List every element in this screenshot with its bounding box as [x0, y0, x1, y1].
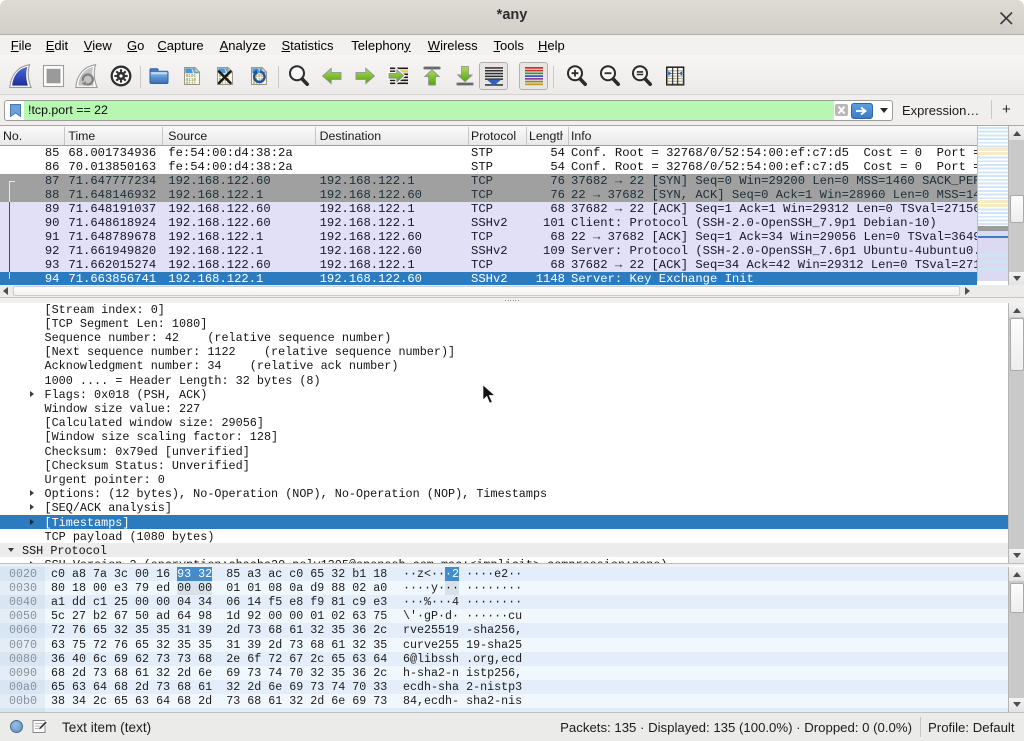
svg-text:0111: 0111: [186, 81, 197, 86]
